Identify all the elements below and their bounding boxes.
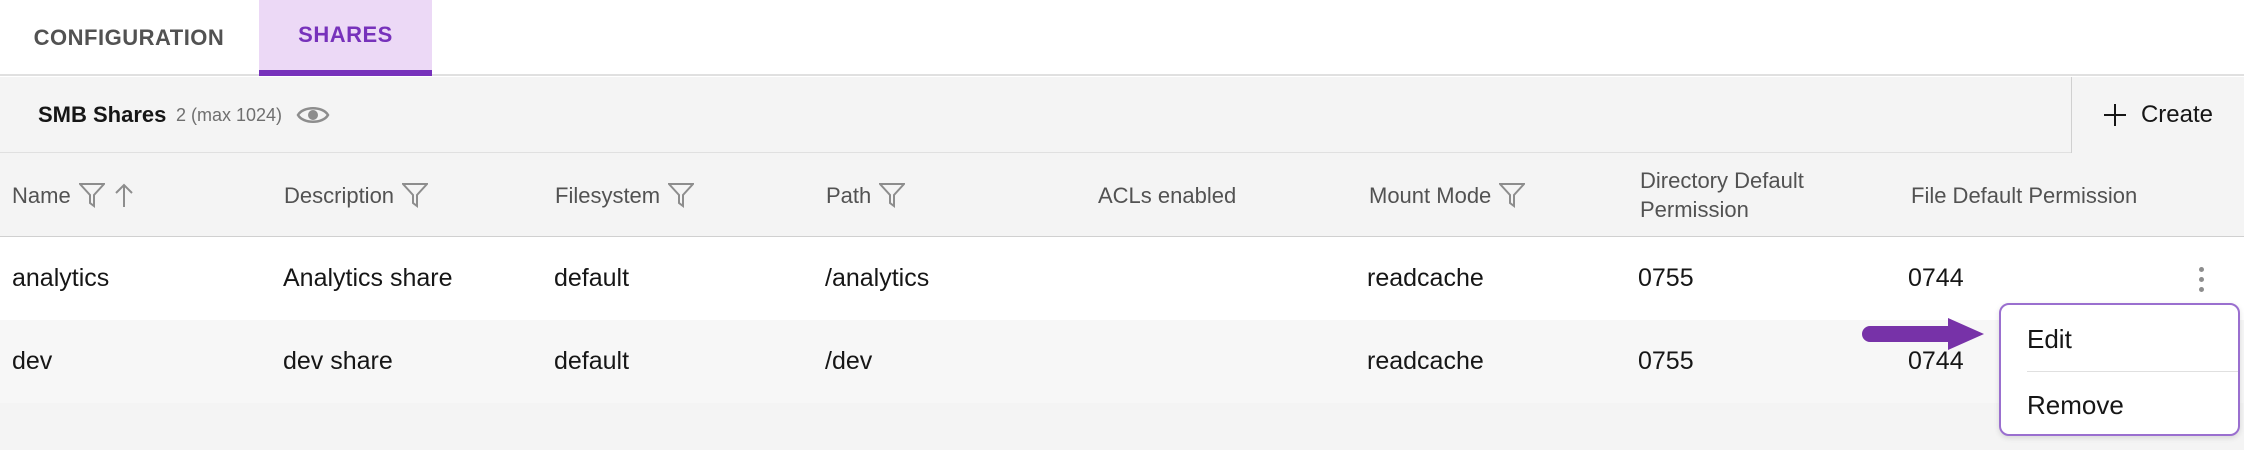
cell-description: Analytics share: [283, 264, 453, 292]
cell-mount-mode: readcache: [1367, 264, 1484, 292]
column-header-name[interactable]: Name: [12, 153, 135, 237]
create-button[interactable]: Create: [2071, 77, 2244, 153]
row-actions-menu: Edit Remove: [1999, 303, 2240, 436]
column-header-label: Description: [284, 182, 395, 208]
cell-path: /dev: [825, 347, 873, 375]
arrow-up-icon[interactable]: [113, 182, 135, 208]
column-header-label: Path: [826, 182, 872, 208]
arrow-right-icon: [1862, 318, 1984, 350]
plus-icon: [2103, 104, 2126, 126]
cell-filesystem: default: [554, 264, 630, 292]
cell-path: /analytics: [825, 264, 930, 292]
menu-item-remove[interactable]: Remove: [2001, 373, 2238, 437]
column-header-filesystem[interactable]: Filesystem: [555, 153, 695, 237]
eye-icon[interactable]: [296, 101, 330, 129]
menu-item-edit[interactable]: Edit: [2001, 307, 2238, 371]
menu-divider: [2027, 371, 2238, 372]
column-header-directory-default-permission[interactable]: Directory Default Permission: [1640, 153, 1870, 237]
column-header-label: ACLs enabled: [1098, 182, 1237, 208]
funnel-filter-icon[interactable]: [879, 182, 906, 208]
tab-bar: CONFIGURATION SHARES: [0, 0, 2244, 76]
cell-directory-permission: 0755: [1638, 264, 1694, 292]
table-title: SMB Shares: [38, 102, 167, 127]
tab-configuration[interactable]: CONFIGURATION: [0, 0, 258, 76]
table-toolbar: SMB Shares 2 (max 1024) Create: [0, 77, 2244, 153]
funnel-filter-icon[interactable]: [402, 182, 429, 208]
column-header-label: Name: [12, 182, 71, 208]
create-button-label: Create: [2140, 101, 2214, 128]
column-header-acls-enabled[interactable]: ACLs enabled: [1098, 153, 1236, 237]
table-header: Name Description Filesystem Path ACLs en…: [0, 153, 2244, 237]
cell-description: dev share: [283, 347, 393, 375]
cell-directory-permission: 0755: [1638, 347, 1694, 375]
column-header-mount-mode[interactable]: Mount Mode: [1369, 153, 1526, 237]
funnel-filter-icon[interactable]: [668, 182, 695, 208]
column-header-label: Mount Mode: [1369, 182, 1492, 208]
column-header-label: Directory Default Permission: [1640, 168, 1804, 222]
column-header-path[interactable]: Path: [826, 153, 906, 237]
table-empty-area: [0, 403, 2244, 450]
column-header-label: Filesystem: [555, 182, 661, 208]
share-count: 2 (max 1024): [176, 104, 283, 125]
overflow-menu-vertical-icon[interactable]: [2186, 254, 2216, 304]
tab-shares[interactable]: SHARES: [259, 0, 432, 76]
cell-file-permission: 0744: [1908, 264, 1964, 292]
column-header-file-default-permission[interactable]: File Default Permission: [1911, 153, 2137, 237]
cell-mount-mode: readcache: [1367, 347, 1484, 375]
funnel-filter-icon[interactable]: [78, 182, 105, 208]
column-header-label: File Default Permission: [1911, 182, 2138, 208]
table-row[interactable]: analytics Analytics share default /analy…: [0, 237, 2244, 320]
cell-name: analytics: [12, 264, 110, 292]
funnel-filter-icon[interactable]: [1499, 182, 1526, 208]
column-header-description[interactable]: Description: [284, 153, 429, 237]
cell-name: dev: [12, 347, 53, 375]
cell-filesystem: default: [554, 347, 630, 375]
